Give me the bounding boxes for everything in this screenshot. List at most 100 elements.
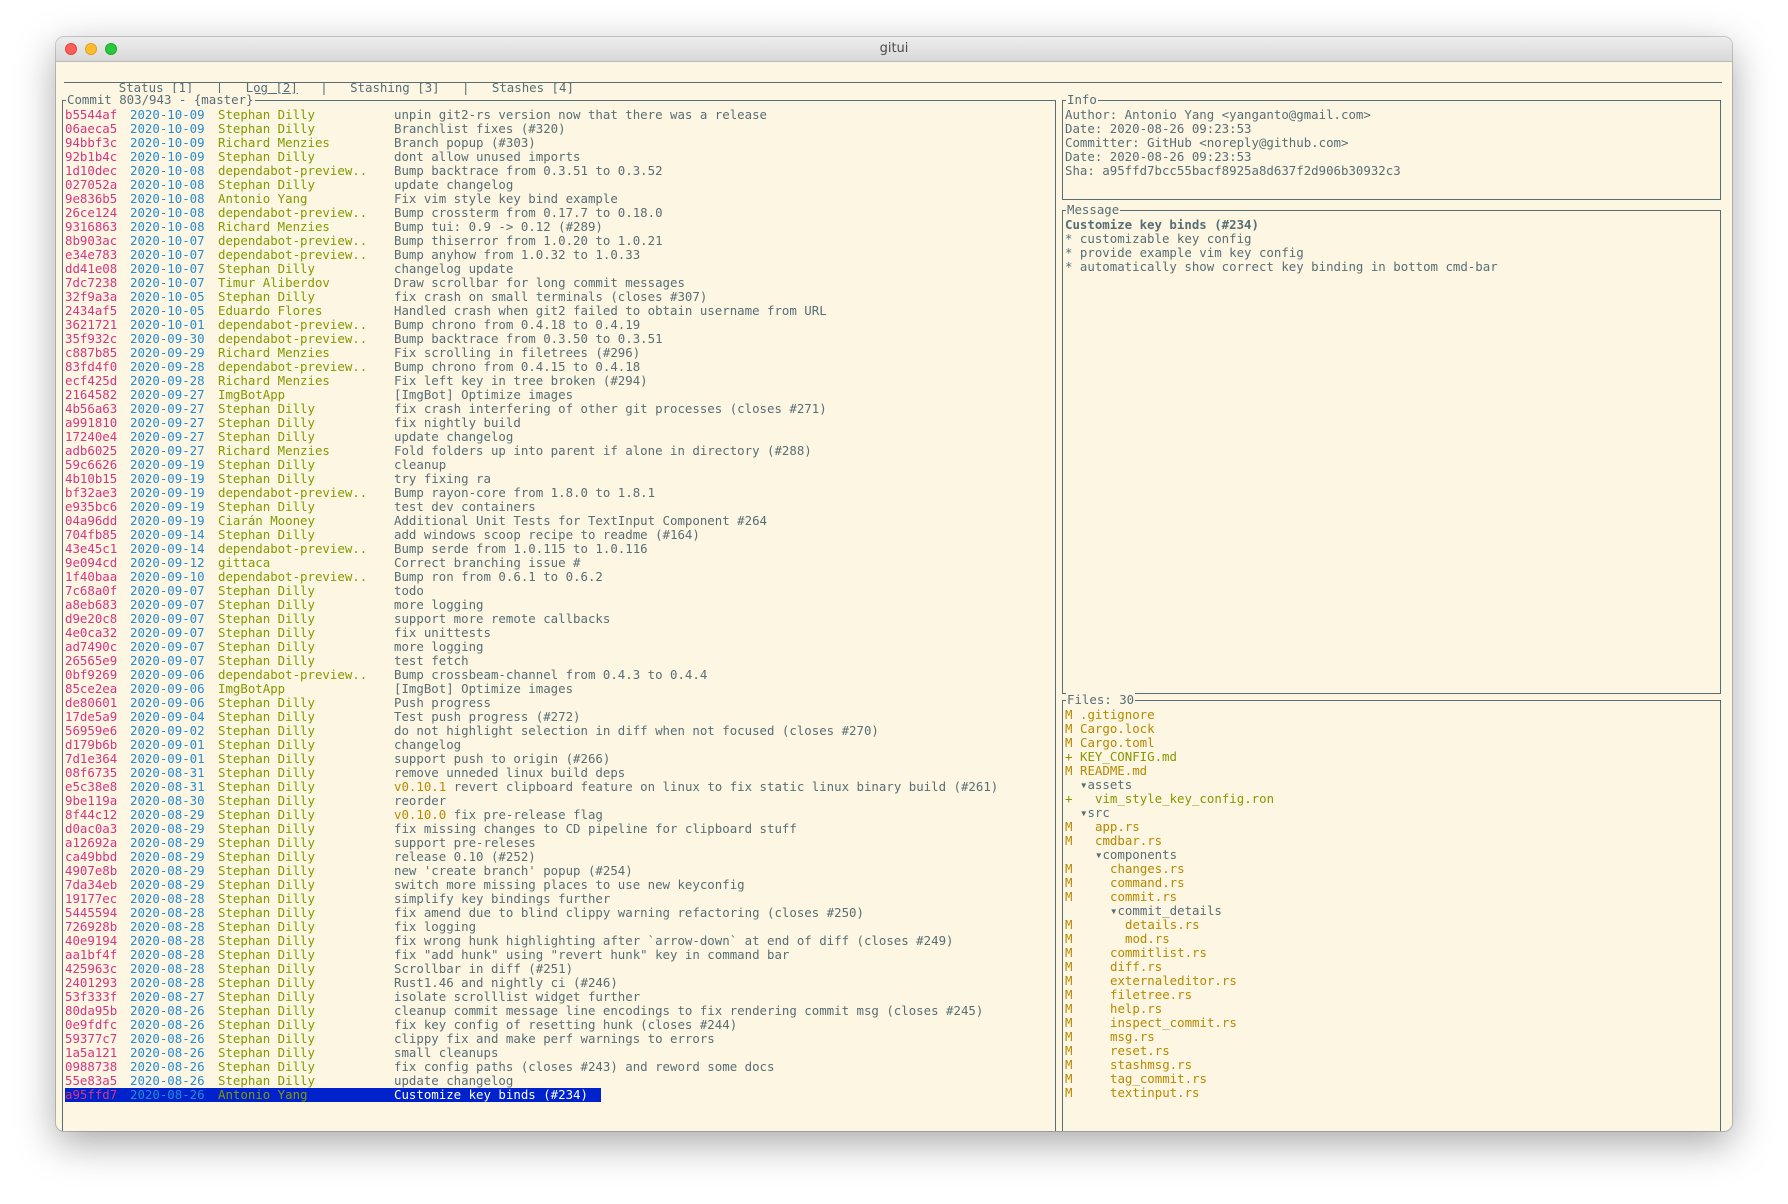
commit-row[interactable]: d179b6b 2020-09-01 Stephan Dilly changelog <box>65 738 1053 752</box>
file-tree-folder[interactable]: ▾assets <box>1065 778 1718 792</box>
commit-row[interactable]: d9e20c8 2020-09-07 Stephan Dilly support mo… <box>65 612 1053 626</box>
commit-row[interactable]: ca49bbd 2020-08-29 Stephan Dilly release 0.… <box>65 850 1053 864</box>
commit-row[interactable]: 7da34eb 2020-08-29 Stephan Dilly switch mor… <box>65 878 1053 892</box>
commit-row[interactable]: 8b903ac 2020-10-07 dependabot-preview.. Bum… <box>65 234 1053 248</box>
commit-row[interactable]: 9e094cd 2020-09-12 gittaca Correct branchin… <box>65 556 1053 570</box>
file-tree-item[interactable]: Mhelp.rs <box>1065 1002 1718 1016</box>
commit-row[interactable]: 59377c7 2020-08-26 Stephan Dilly clippy fix… <box>65 1032 1053 1046</box>
commit-row[interactable]: 26ce124 2020-10-08 dependabot-preview.. Bum… <box>65 206 1053 220</box>
file-tree-item[interactable]: Mcommitlist.rs <box>1065 946 1718 960</box>
commit-row[interactable]: 9be119a 2020-08-30 Stephan Dilly reorder <box>65 794 1053 808</box>
commit-row[interactable]: 55e83a5 2020-08-26 Stephan Dilly update cha… <box>65 1074 1053 1088</box>
commit-row[interactable]: a12692a 2020-08-29 Stephan Dilly support pr… <box>65 836 1053 850</box>
commit-row[interactable]: 94bbf3c 2020-10-09 Richard Menzies Branch p… <box>65 136 1053 150</box>
file-tree-item[interactable]: Mchanges.rs <box>1065 862 1718 876</box>
commit-row[interactable]: b5544af 2020-10-09 Stephan Dilly unpin git2… <box>65 108 1053 122</box>
commit-row[interactable]: 5445594 2020-08-28 Stephan Dilly fix amend … <box>65 906 1053 920</box>
commit-row[interactable]: dd41e08 2020-10-07 Stephan Dilly changelog … <box>65 262 1053 276</box>
commit-row[interactable]: 40e9194 2020-08-28 Stephan Dilly fix wrong … <box>65 934 1053 948</box>
file-tree-item[interactable]: Mmsg.rs <box>1065 1030 1718 1044</box>
commit-row[interactable]: e935bc6 2020-09-19 Stephan Dilly test dev c… <box>65 500 1053 514</box>
file-tree-item[interactable]: Mdiff.rs <box>1065 960 1718 974</box>
file-tree-item[interactable]: Mdetails.rs <box>1065 918 1718 932</box>
commit-row[interactable]: 17240e4 2020-09-27 Stephan Dilly update cha… <box>65 430 1053 444</box>
commit-row[interactable]: 4b10b15 2020-09-19 Stephan Dilly try fixing… <box>65 472 1053 486</box>
file-tree-item[interactable]: Mtag_commit.rs <box>1065 1072 1718 1086</box>
commit-row[interactable]: 8f44c12 2020-08-29 Stephan Dilly v0.10.0 fi… <box>65 808 1053 822</box>
commit-row[interactable]: 1f40baa 2020-09-10 dependabot-preview.. Bum… <box>65 570 1053 584</box>
commit-row[interactable]: 7c68a0f 2020-09-07 Stephan Dilly todo <box>65 584 1053 598</box>
file-tree-item[interactable]: Mmod.rs <box>1065 932 1718 946</box>
commit-row[interactable]: 53f333f 2020-08-27 Stephan Dilly isolate sc… <box>65 990 1053 1004</box>
file-tree-item[interactable]: Mtextinput.rs <box>1065 1086 1718 1100</box>
commit-row[interactable]: d0ac0a3 2020-08-29 Stephan Dilly fix missin… <box>65 822 1053 836</box>
commit-row[interactable]: 2164582 2020-09-27 ImgBotApp [ImgBot] Optim… <box>65 388 1053 402</box>
commit-row[interactable]: e34e783 2020-10-07 dependabot-preview.. Bum… <box>65 248 1053 262</box>
commit-row[interactable]: adb6025 2020-09-27 Richard Menzies Fold fol… <box>65 444 1053 458</box>
commit-row[interactable]: 26565e9 2020-09-07 Stephan Dilly test fetch <box>65 654 1053 668</box>
file-tree-item[interactable]: Mcommit.rs <box>1065 890 1718 904</box>
commit-row[interactable]: 17de5a9 2020-09-04 Stephan Dilly Test push … <box>65 710 1053 724</box>
file-tree-item[interactable]: Mcmdbar.rs <box>1065 834 1718 848</box>
commit-row[interactable]: 2434af5 2020-10-05 Eduardo Flores Handled c… <box>65 304 1053 318</box>
commit-row[interactable]: ecf425d 2020-09-28 Richard Menzies Fix left… <box>65 374 1053 388</box>
commit-log-panel[interactable]: Commit 803/943 - {master} b5544af 2020-10… <box>62 93 1056 1131</box>
commit-row[interactable]: 3621721 2020-10-01 dependabot-preview.. Bum… <box>65 318 1053 332</box>
file-tree-item[interactable]: Mapp.rs <box>1065 820 1718 834</box>
file-tree-folder[interactable]: ▾components <box>1065 848 1718 862</box>
commit-row[interactable]: 35f932c 2020-09-30 dependabot-preview.. Bum… <box>65 332 1053 346</box>
file-tree-item[interactable]: Mfiletree.rs <box>1065 988 1718 1002</box>
commit-row[interactable]: 9316863 2020-10-08 Richard Menzies Bump tui… <box>65 220 1053 234</box>
commit-row[interactable]: 19177ec 2020-08-28 Stephan Dilly simplify k… <box>65 892 1053 906</box>
commit-row[interactable]: 0e9fdfc 2020-08-26 Stephan Dilly fix key co… <box>65 1018 1053 1032</box>
commit-row[interactable]: ad7490c 2020-09-07 Stephan Dilly more loggi… <box>65 640 1053 654</box>
file-tree-folder[interactable]: ▾commit_details <box>1065 904 1718 918</box>
files-panel[interactable]: Files: 30 M .gitignore M Cargo.lock M Cargo.t… <box>1062 693 1721 1131</box>
commit-list[interactable]: b5544af 2020-10-09 Stephan Dilly unpin git2… <box>65 108 1053 1102</box>
file-tree-item[interactable]: M README.md <box>1065 764 1718 778</box>
commit-row[interactable]: a991810 2020-09-27 Stephan Dilly fix nightl… <box>65 416 1053 430</box>
commit-row[interactable]: 704fb85 2020-09-14 Stephan Dilly add window… <box>65 528 1053 542</box>
file-tree-item[interactable]: M Cargo.toml <box>1065 736 1718 750</box>
file-tree-folder[interactable]: ▾src <box>1065 806 1718 820</box>
message-panel[interactable]: Message Customize key binds (#234) * cus… <box>1062 203 1721 694</box>
commit-row[interactable]: 43e45c1 2020-09-14 dependabot-preview.. Bum… <box>65 542 1053 556</box>
commit-row[interactable]: a8eb683 2020-09-07 Stephan Dilly more loggi… <box>65 598 1053 612</box>
commit-row[interactable]: 1d10dec 2020-10-08 dependabot-preview.. Bum… <box>65 164 1053 178</box>
commit-row[interactable]: 0988738 2020-08-26 Stephan Dilly fix config… <box>65 1060 1053 1074</box>
commit-row[interactable]: 027052a 2020-10-08 Stephan Dilly update cha… <box>65 178 1053 192</box>
commit-row[interactable]: 80da95b 2020-08-26 Stephan Dilly cleanup co… <box>65 1004 1053 1018</box>
file-tree-item[interactable]: + KEY_CONFIG.md <box>1065 750 1718 764</box>
commit-row[interactable]: 726928b 2020-08-28 Stephan Dilly fix loggin… <box>65 920 1053 934</box>
commit-row[interactable]: 83fd4f0 2020-09-28 dependabot-preview.. Bum… <box>65 360 1053 374</box>
commit-row[interactable]: 56959e6 2020-09-02 Stephan Dilly do not hig… <box>65 724 1053 738</box>
commit-row[interactable]: 06aeca5 2020-10-09 Stephan Dilly Branchlist… <box>65 122 1053 136</box>
file-tree-item[interactable]: Mexternaleditor.rs <box>1065 974 1718 988</box>
commit-row[interactable]: 92b1b4c 2020-10-09 Stephan Dilly dont allow… <box>65 150 1053 164</box>
file-tree-item[interactable]: Mcommand.rs <box>1065 876 1718 890</box>
commit-row[interactable]: 32f9a3a 2020-10-05 Stephan Dilly fix crash … <box>65 290 1053 304</box>
file-tree-item[interactable]: Minspect_commit.rs <box>1065 1016 1718 1030</box>
file-tree-item[interactable]: + vim_style_key_config.ron <box>1065 792 1718 806</box>
file-tree-item[interactable]: M .gitignore <box>1065 708 1718 722</box>
commit-row[interactable]: 59c6626 2020-09-19 Stephan Dilly cleanup <box>65 458 1053 472</box>
file-tree-item[interactable]: M Cargo.lock <box>1065 722 1718 736</box>
commit-row[interactable]: 7dc7238 2020-10-07 Timur Aliberdov Draw scr… <box>65 276 1053 290</box>
commit-row[interactable]: bf32ae3 2020-09-19 dependabot-preview.. Bum… <box>65 486 1053 500</box>
commit-row[interactable]: 9e836b5 2020-10-08 Antonio Yang Fix vim sty… <box>65 192 1053 206</box>
file-tree-item[interactable]: Mreset.rs <box>1065 1044 1718 1058</box>
commit-row[interactable]: e5c38e8 2020-08-31 Stephan Dilly v0.10.1 re… <box>65 780 1053 794</box>
commit-row[interactable]: 1a5a121 2020-08-26 Stephan Dilly small clea… <box>65 1046 1053 1060</box>
commit-row[interactable]: 4e0ca32 2020-09-07 Stephan Dilly fix unitte… <box>65 626 1053 640</box>
commit-row[interactable]: 04a96dd 2020-09-19 Ciarán Mooney Additional… <box>65 514 1053 528</box>
commit-row[interactable]: aa1bf4f 2020-08-28 Stephan Dilly fix "add h… <box>65 948 1053 962</box>
commit-row[interactable]: 4907e8b 2020-08-29 Stephan Dilly new 'creat… <box>65 864 1053 878</box>
commit-row[interactable]: c887b85 2020-09-29 Richard Menzies Fix scro… <box>65 346 1053 360</box>
commit-row[interactable]: 08f6735 2020-08-31 Stephan Dilly remove unn… <box>65 766 1053 780</box>
commit-row[interactable]: de80601 2020-09-06 Stephan Dilly Push progr… <box>65 696 1053 710</box>
commit-row[interactable]: 0bf9269 2020-09-06 dependabot-preview.. Bum… <box>65 668 1053 682</box>
commit-row[interactable]: 4b56a63 2020-09-27 Stephan Dilly fix crash … <box>65 402 1053 416</box>
commit-row[interactable]: 7d1e364 2020-09-01 Stephan Dilly support pu… <box>65 752 1053 766</box>
file-tree[interactable]: M .gitignore M Cargo.lock M Cargo.toml + KEY_CO… <box>1065 708 1718 1100</box>
commit-row[interactable]: 85ce2ea 2020-09-06 ImgBotApp [ImgBot] Optim… <box>65 682 1053 696</box>
